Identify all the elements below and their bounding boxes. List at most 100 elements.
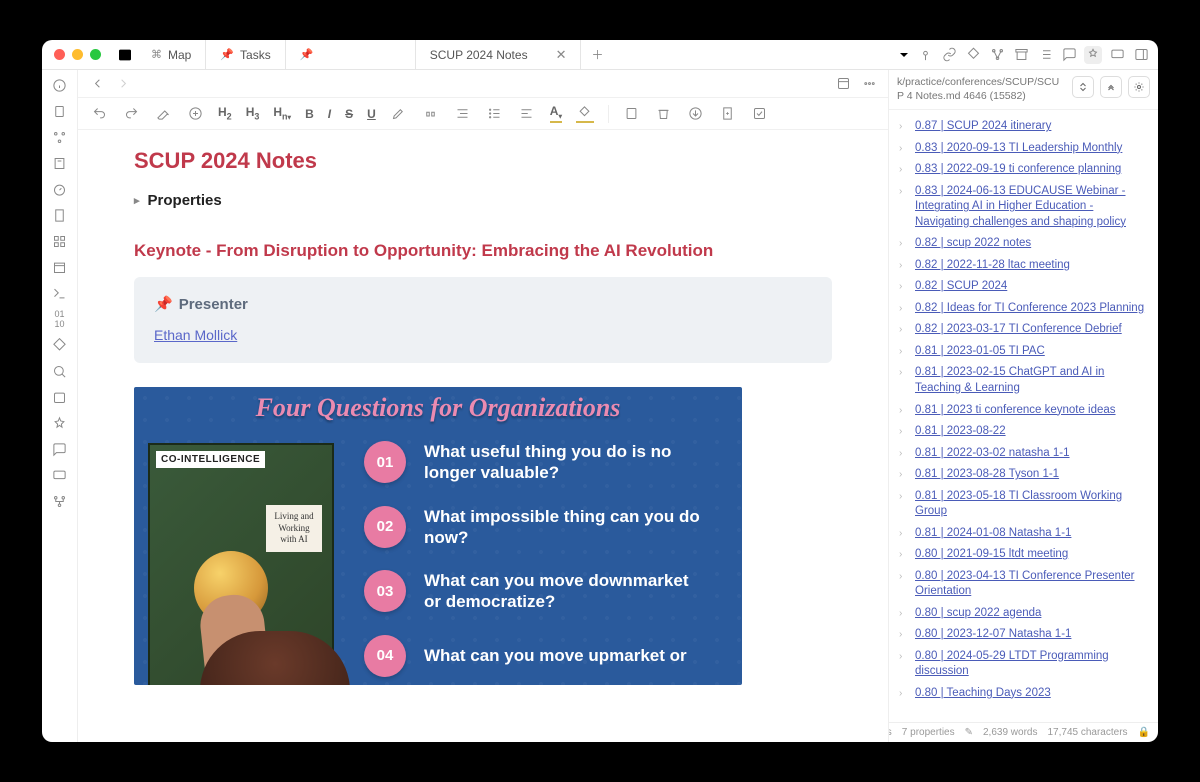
- related-item[interactable]: ›0.83 | 2020-09-13 TI Leadership Monthly: [893, 138, 1154, 160]
- related-link[interactable]: 0.83 | 2022-09-19 ti conference planning: [915, 162, 1121, 178]
- related-link[interactable]: 0.81 | 2023-01-05 TI PAC: [915, 344, 1045, 360]
- file-plus-icon[interactable]: [719, 105, 737, 123]
- close-tab-icon[interactable]: ✕: [556, 47, 567, 63]
- new-tab-button[interactable]: ＋: [581, 46, 613, 63]
- properties-toggle[interactable]: ▸ Properties: [134, 192, 832, 209]
- related-link[interactable]: 0.81 | 2023-08-22: [915, 424, 1006, 440]
- related-item[interactable]: ›0.80 | 2021-09-15 ltdt meeting: [893, 544, 1154, 566]
- related-link[interactable]: 0.81 | 2023-02-15 ChatGPT and AI in Teac…: [915, 365, 1148, 396]
- align-icon[interactable]: [518, 105, 536, 123]
- bold-button[interactable]: B: [305, 107, 314, 121]
- close-window-button[interactable]: [54, 49, 65, 60]
- related-link[interactable]: 0.82 | 2022-11-28 ltac meeting: [915, 258, 1070, 274]
- minimize-window-button[interactable]: [72, 49, 83, 60]
- h2-button[interactable]: H2: [218, 105, 232, 121]
- related-item[interactable]: ›0.81 | 2023-08-28 Tyson 1-1: [893, 464, 1154, 486]
- branch-icon[interactable]: [51, 492, 69, 510]
- related-link[interactable]: 0.82 | scup 2022 notes: [915, 236, 1031, 252]
- related-item[interactable]: ›0.81 | 2023 ti conference keynote ideas: [893, 400, 1154, 422]
- tag-icon[interactable]: [964, 46, 982, 64]
- related-item[interactable]: ›0.81 | 2022-03-02 natasha 1-1: [893, 443, 1154, 465]
- undo-icon[interactable]: [90, 105, 108, 123]
- search-icon[interactable]: [51, 362, 69, 380]
- editor-content[interactable]: SCUP 2024 Notes ▸ Properties Keynote - F…: [78, 130, 888, 742]
- related-link[interactable]: 0.83 | 2024-06-13 EDUCAUSE Webinar - Int…: [915, 184, 1148, 231]
- related-item[interactable]: ›0.81 | 2023-05-18 TI Classroom Working …: [893, 486, 1154, 523]
- related-item[interactable]: ›0.81 | 2023-01-05 TI PAC: [893, 341, 1154, 363]
- pin-icon[interactable]: [916, 46, 934, 64]
- link-icon[interactable]: [940, 46, 958, 64]
- related-item[interactable]: ›0.80 | 2024-05-29 LTDT Programming disc…: [893, 646, 1154, 683]
- nav-back-icon[interactable]: [88, 75, 106, 93]
- related-item[interactable]: ›0.80 | 2023-04-13 TI Conference Present…: [893, 566, 1154, 603]
- checkbox-icon[interactable]: [751, 105, 769, 123]
- tab-map[interactable]: ⌘ Map: [137, 40, 206, 69]
- related-link[interactable]: 0.81 | 2023-08-28 Tyson 1-1: [915, 467, 1059, 483]
- tab-dropdown-icon[interactable]: [896, 47, 912, 63]
- related-list[interactable]: ›0.87 | SCUP 2024 itinerary›0.83 | 2020-…: [889, 110, 1158, 722]
- related-item[interactable]: ›0.80 | scup 2022 agenda: [893, 603, 1154, 625]
- date-icon[interactable]: [51, 388, 69, 406]
- related-item[interactable]: ›0.87 | SCUP 2024 itinerary: [893, 116, 1154, 138]
- related-link[interactable]: 0.80 | Teaching Days 2023: [915, 686, 1051, 702]
- h3-button[interactable]: H3: [246, 105, 260, 121]
- hn-button[interactable]: Hn▾: [273, 105, 291, 121]
- related-item[interactable]: ›0.82 | scup 2022 notes: [893, 233, 1154, 255]
- related-link[interactable]: 0.80 | scup 2022 agenda: [915, 606, 1041, 622]
- related-link[interactable]: 0.81 | 2023 ti conference keynote ideas: [915, 403, 1116, 419]
- nav-forward-icon[interactable]: [114, 75, 132, 93]
- comment-rail-icon[interactable]: [51, 466, 69, 484]
- related-item[interactable]: ›0.82 | 2022-11-28 ltac meeting: [893, 255, 1154, 277]
- related-item[interactable]: ›0.82 | SCUP 2024: [893, 276, 1154, 298]
- note-icon[interactable]: [51, 154, 69, 172]
- related-link[interactable]: 0.80 | 2023-04-13 TI Conference Presente…: [915, 569, 1148, 600]
- maximize-window-button[interactable]: [90, 49, 101, 60]
- collapse-button[interactable]: [1072, 76, 1094, 98]
- doc-icon[interactable]: [51, 206, 69, 224]
- trash-icon[interactable]: [655, 105, 673, 123]
- related-item[interactable]: ›0.80 | 2023-12-07 Natasha 1-1: [893, 624, 1154, 646]
- right-sidebar-toggle-icon[interactable]: [1132, 46, 1150, 64]
- highlight-icon[interactable]: [390, 105, 408, 123]
- related-link[interactable]: 0.80 | 2024-05-29 LTDT Programming discu…: [915, 649, 1148, 680]
- left-sidebar-toggle-icon[interactable]: [117, 47, 133, 63]
- tab-active[interactable]: SCUP 2024 Notes ✕: [416, 40, 582, 69]
- related-link[interactable]: 0.81 | 2023-05-18 TI Classroom Working G…: [915, 489, 1148, 520]
- comment-icon[interactable]: [1060, 46, 1078, 64]
- related-item[interactable]: ›0.82 | Ideas for TI Conference 2023 Pla…: [893, 298, 1154, 320]
- related-link[interactable]: 0.80 | 2023-12-07 Natasha 1-1: [915, 627, 1071, 643]
- related-item[interactable]: ›0.82 | 2023-03-17 TI Conference Debrief: [893, 319, 1154, 341]
- related-link[interactable]: 0.82 | Ideas for TI Conference 2023 Plan…: [915, 301, 1144, 317]
- code-icon[interactable]: 0110: [51, 310, 69, 328]
- download-icon[interactable]: [687, 105, 705, 123]
- more-icon[interactable]: [860, 75, 878, 93]
- tag-rail-icon[interactable]: [51, 336, 69, 354]
- terminal-icon[interactable]: [51, 284, 69, 302]
- calendar-icon[interactable]: [51, 258, 69, 276]
- reading-view-icon[interactable]: [834, 75, 852, 93]
- graph-icon[interactable]: [51, 128, 69, 146]
- indent-icon[interactable]: [454, 105, 472, 123]
- tab-empty[interactable]: 📌: [286, 40, 416, 69]
- settings-button[interactable]: [1128, 76, 1150, 98]
- chat-icon[interactable]: [1108, 46, 1126, 64]
- related-item[interactable]: ›0.81 | 2023-08-22: [893, 421, 1154, 443]
- tab-tasks[interactable]: 📌 Tasks: [206, 40, 285, 69]
- related-link[interactable]: 0.82 | 2023-03-17 TI Conference Debrief: [915, 322, 1122, 338]
- underline-button[interactable]: U: [367, 107, 376, 121]
- quote-icon[interactable]: [422, 105, 440, 123]
- expand-button[interactable]: [1100, 76, 1122, 98]
- text-color-button[interactable]: A▾: [550, 104, 562, 122]
- redo-icon[interactable]: [122, 105, 140, 123]
- related-link[interactable]: 0.81 | 2024-01-08 Natasha 1-1: [915, 526, 1071, 542]
- book-icon[interactable]: [623, 105, 641, 123]
- related-link[interactable]: 0.87 | SCUP 2024 itinerary: [915, 119, 1051, 135]
- related-item[interactable]: ›0.83 | 2024-06-13 EDUCAUSE Webinar - In…: [893, 181, 1154, 234]
- timer-icon[interactable]: [51, 180, 69, 198]
- chat-rail-icon[interactable]: [51, 440, 69, 458]
- grid-icon[interactable]: [51, 232, 69, 250]
- related-link[interactable]: 0.81 | 2022-03-02 natasha 1-1: [915, 446, 1070, 462]
- related-item[interactable]: ›0.83 | 2022-09-19 ti conference plannin…: [893, 159, 1154, 181]
- related-link[interactable]: 0.82 | SCUP 2024: [915, 279, 1007, 295]
- related-item[interactable]: ›0.80 | Teaching Days 2023: [893, 683, 1154, 705]
